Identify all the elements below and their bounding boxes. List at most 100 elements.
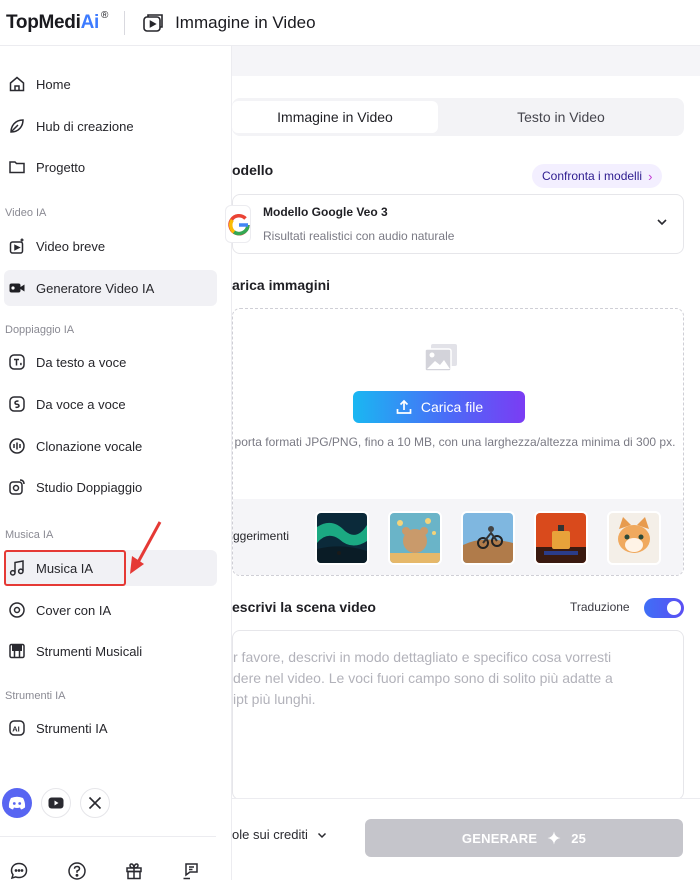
- suggestion-thumbnail-teddy[interactable]: [388, 511, 442, 565]
- sidebar-item-ai-tools[interactable]: AI Strumenti IA: [4, 710, 217, 746]
- image-upload-dropzone[interactable]: Carica file porta formati JPG/PNG, fino …: [232, 308, 684, 576]
- sidebar-item-short-video[interactable]: Video breve: [4, 228, 217, 264]
- feedback-icon[interactable]: [180, 860, 202, 880]
- google-logo-icon: [225, 205, 251, 243]
- sidebar-item-label: Clonazione vocale: [36, 438, 143, 454]
- sidebar-separator: [0, 836, 216, 837]
- header-divider: [124, 10, 126, 35]
- sidebar-item-label: Strumenti IA: [36, 720, 108, 736]
- generate-button[interactable]: GENERARE 25: [365, 819, 683, 857]
- compare-models-label: Confronta i modelli: [542, 169, 643, 183]
- sidebar: Home Hub di creazione Progetto Video IA …: [0, 46, 232, 880]
- sidebar-item-voice-cloning[interactable]: Clonazione vocale: [4, 428, 217, 464]
- model-section-title: odello: [232, 162, 274, 178]
- tab-image-to-video[interactable]: Immagine in Video: [232, 101, 438, 133]
- discord-icon[interactable]: [2, 788, 32, 818]
- app-header: TopMedi Ai ® Immagine in Video: [0, 0, 700, 46]
- registered-mark: ®: [101, 9, 109, 21]
- sparkle-icon: [547, 831, 561, 845]
- upload-hint: porta formati JPG/PNG, fino a 10 MB, con…: [234, 435, 676, 449]
- suggestions-label: ggerimenti: [233, 529, 290, 543]
- sidebar-item-music-instruments[interactable]: Strumenti Musicali: [4, 633, 217, 669]
- text-to-speech-icon: [6, 351, 28, 373]
- main-content: Immagine in Video Testo in Video odello …: [225, 46, 700, 880]
- sidebar-item-label: Generatore Video IA: [36, 280, 155, 296]
- suggestions-bar: ggerimenti: [233, 499, 683, 575]
- chat-icon[interactable]: [8, 860, 30, 880]
- suggestion-thumbnail-aurora[interactable]: [315, 511, 369, 565]
- image-placeholder-icon: [424, 344, 457, 372]
- sidebar-item-label: Home: [36, 76, 71, 92]
- sidebar-item-hub[interactable]: Hub di creazione: [4, 108, 217, 144]
- chevron-right-icon: ›: [648, 168, 653, 184]
- sidebar-item-label: Da testo a voce: [36, 354, 127, 370]
- scene-description-placeholder: r favore, descrivi in modo dettagliato e…: [233, 649, 613, 707]
- model-select[interactable]: Modello Google Veo 3 Risultati realistic…: [225, 194, 684, 254]
- brand-name-part1: TopMedi: [6, 11, 81, 33]
- suggestion-thumbnail-perfume[interactable]: [534, 511, 588, 565]
- annotation-arrow: [130, 521, 162, 574]
- chevron-down-icon: [317, 832, 326, 838]
- credit-rules-label: ole sui crediti: [232, 827, 308, 842]
- sidebar-item-home[interactable]: Home: [4, 66, 217, 102]
- tab-text-to-video[interactable]: Testo in Video: [438, 101, 684, 133]
- generate-label: GENERARE: [461, 830, 538, 846]
- sidebar-item-ai-video-generator[interactable]: Generatore Video IA: [4, 270, 217, 306]
- model-description: Risultati realistici con audio naturale: [263, 229, 455, 243]
- voice-to-voice-icon: [6, 393, 28, 415]
- section-label-dubbing: Doppiaggio IA: [5, 324, 75, 336]
- generate-cost: 25: [571, 830, 587, 846]
- dubbing-studio-icon: [6, 476, 28, 498]
- help-icon[interactable]: [66, 860, 88, 880]
- voice-clone-icon: [6, 435, 28, 457]
- sidebar-item-label: Hub di creazione: [36, 118, 134, 134]
- suggestion-thumbnail-kitten[interactable]: [607, 511, 661, 565]
- youtube-icon[interactable]: [41, 788, 71, 818]
- chevron-down-icon: [657, 219, 667, 226]
- scene-section-title: escrivi la scena video: [232, 599, 376, 615]
- section-label-tools: Strumenti IA: [5, 690, 66, 702]
- image-to-video-icon: [141, 11, 165, 35]
- sidebar-item-voice-to-voice[interactable]: Da voce a voce: [4, 386, 217, 422]
- upload-icon: [396, 399, 412, 414]
- translation-toggle[interactable]: [644, 598, 684, 618]
- credit-rules-dropdown[interactable]: ole sui crediti: [232, 827, 328, 842]
- annotation-highlight: [4, 550, 126, 586]
- mode-tabs: Immagine in Video Testo in Video: [232, 98, 684, 136]
- sidebar-item-label: Strumenti Musicali: [36, 643, 143, 659]
- sidebar-item-label: Video breve: [36, 238, 106, 254]
- section-label-video: Video IA: [5, 207, 47, 219]
- ai-tools-icon: AI: [6, 717, 28, 739]
- sidebar-item-ai-cover[interactable]: Cover con IA: [4, 592, 217, 628]
- toggle-knob: [667, 601, 681, 615]
- model-name: Modello Google Veo 3: [263, 205, 388, 219]
- svg-text:AI: AI: [12, 725, 20, 734]
- sidebar-item-label: Studio Doppiaggio: [36, 479, 143, 495]
- sidebar-item-label: Progetto: [36, 159, 86, 175]
- compare-models-button[interactable]: Confronta i modelli ›: [532, 164, 663, 188]
- gift-icon[interactable]: [123, 860, 145, 880]
- x-icon[interactable]: [80, 788, 110, 818]
- sidebar-item-project[interactable]: Progetto: [4, 149, 217, 185]
- upload-file-button[interactable]: Carica file: [353, 391, 525, 423]
- upload-section-title: arica immagini: [232, 277, 331, 293]
- piano-icon: [6, 640, 28, 662]
- sidebar-item-label: Cover con IA: [36, 602, 112, 618]
- translation-toggle-label: Traduzione: [570, 600, 630, 614]
- sidebar-item-label: Da voce a voce: [36, 396, 126, 412]
- sidebar-item-dubbing-studio[interactable]: Studio Doppiaggio: [4, 469, 217, 505]
- page-title: Immagine in Video: [175, 12, 316, 32]
- upload-file-label: Carica file: [420, 399, 484, 415]
- folder-icon: [6, 156, 28, 178]
- scene-description-input[interactable]: r favore, descrivi in modo dettagliato e…: [232, 630, 684, 800]
- home-icon: [6, 73, 28, 95]
- brand-logo[interactable]: TopMedi Ai ®: [6, 9, 109, 34]
- bottom-action-bar: ole sui crediti GENERARE 25: [232, 798, 700, 880]
- hub-icon: [6, 115, 28, 137]
- section-label-music: Musica IA: [5, 529, 54, 541]
- short-video-icon: [6, 235, 28, 257]
- sidebar-item-text-to-speech[interactable]: Da testo a voce: [4, 344, 217, 380]
- suggestion-thumbnail-motocross[interactable]: [461, 511, 515, 565]
- video-camera-icon: [6, 277, 28, 299]
- top-band: [232, 46, 700, 76]
